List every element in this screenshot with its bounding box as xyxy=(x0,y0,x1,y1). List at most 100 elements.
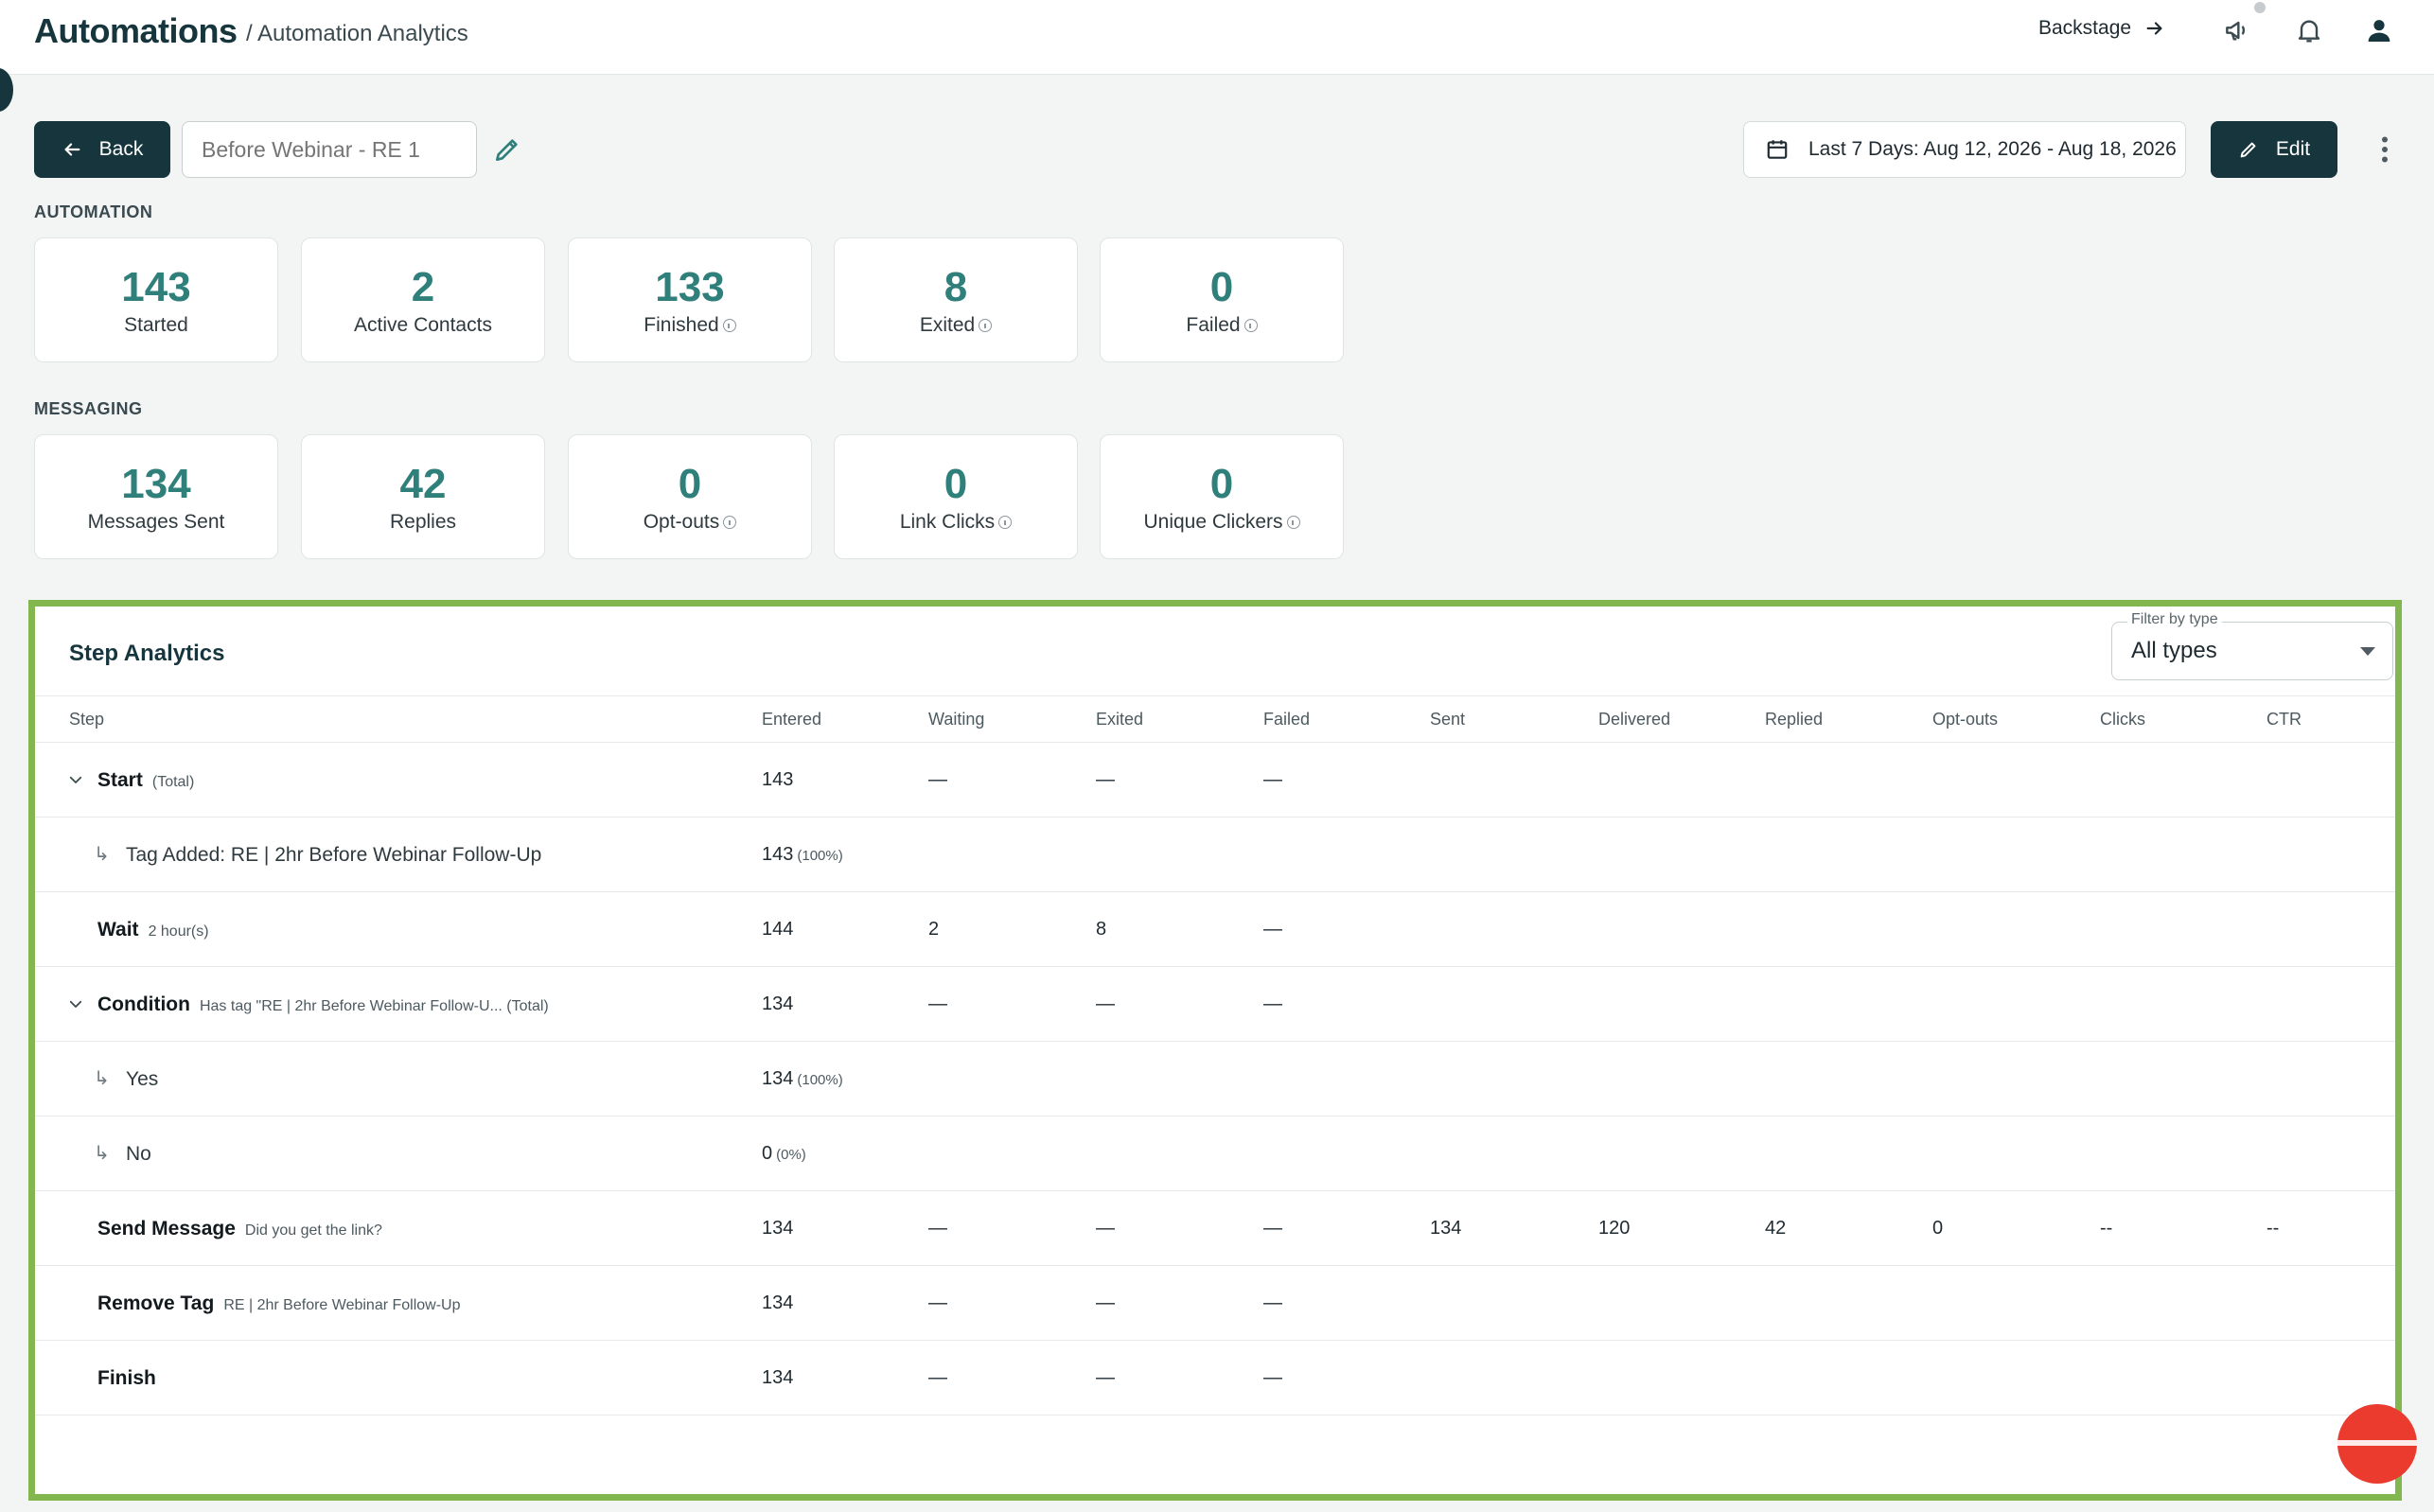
cell-value: — xyxy=(1263,993,1282,1014)
cell-value: 134 xyxy=(762,1218,794,1239)
metric-cell: — xyxy=(928,1367,947,1389)
metric-cell: — xyxy=(1096,1292,1115,1314)
column-header: Sent xyxy=(1430,710,1466,729)
metric-cell: — xyxy=(1263,993,1282,1015)
bell-icon[interactable] xyxy=(2294,15,2324,45)
cell-value: — xyxy=(928,769,947,790)
step-cell: No xyxy=(126,1143,151,1166)
metric-cell: 42 xyxy=(1765,1218,1786,1239)
calendar-icon xyxy=(1767,140,1788,159)
metric-card: 134 Messages Sent xyxy=(34,434,278,559)
cell-value: — xyxy=(1263,1292,1282,1313)
metric-cell: -- xyxy=(2100,1218,2112,1239)
cell-value: 2 xyxy=(928,919,940,940)
back-label: Back xyxy=(98,138,144,160)
announcement-icon[interactable] xyxy=(2222,15,2252,45)
metric-cell: 134 xyxy=(762,993,793,1015)
metric-label: Active Contacts xyxy=(354,314,492,337)
cell-value: — xyxy=(928,993,947,1014)
step-name: Start xyxy=(97,769,143,791)
metric-cell: 134 xyxy=(762,1292,793,1314)
info-icon[interactable] xyxy=(1286,516,1300,530)
step-detail: Has tag "RE | 2hr Before Webinar Follow-… xyxy=(199,998,549,1014)
metric-label: Finished xyxy=(644,314,719,337)
metric-label: Failed xyxy=(1186,314,1241,337)
metric-value: 0 xyxy=(1209,264,1234,310)
step-cell: Send Message Did you get the link? xyxy=(97,1218,382,1240)
column-header: Waiting xyxy=(928,710,985,729)
backstage-link[interactable]: Backstage xyxy=(2038,17,2165,40)
pencil-icon[interactable] xyxy=(492,134,522,165)
cell-value: — xyxy=(928,1292,947,1313)
date-range-picker[interactable]: Last 7 Days: Aug 12, 2026 - Aug 18, 2026 xyxy=(1743,121,2186,178)
metric-label: Unique Clickers xyxy=(1143,511,1283,534)
edit-button[interactable]: Edit xyxy=(2211,121,2337,178)
chat-widget-button[interactable] xyxy=(2337,1404,2417,1484)
branch-label: Tag Added: RE | 2hr Before Webinar Follo… xyxy=(126,844,542,866)
column-header: Opt-outs xyxy=(1932,710,1999,729)
metric-cell: 0 (0%) xyxy=(762,1143,806,1165)
app-title: Automations xyxy=(34,11,238,50)
step-detail: RE | 2hr Before Webinar Follow-Up xyxy=(223,1297,461,1313)
step-cell: Start (Total) xyxy=(97,769,194,792)
metric-card: 8 Exited xyxy=(834,237,1078,362)
back-button[interactable]: Back xyxy=(34,121,170,178)
table-row: Send Message Did you get the link? 134 — — — 1… xyxy=(35,1191,2395,1266)
info-icon[interactable] xyxy=(998,516,1013,530)
cell-value: — xyxy=(1263,1367,1282,1388)
metric-cell: 134 xyxy=(1430,1218,1461,1239)
column-header: Delivered xyxy=(1598,710,1671,729)
filter-value: All types xyxy=(2131,638,2217,663)
cell-value: — xyxy=(928,1367,947,1388)
metric-label-wrap: Link Clicks xyxy=(899,511,1013,534)
filter-by-type-select[interactable]: Filter by type All types xyxy=(2111,611,2393,680)
metric-card: 143 Started xyxy=(34,237,278,362)
branch-label: No xyxy=(126,1143,151,1165)
table-row[interactable]: Start (Total) 143 — — — xyxy=(35,743,2395,818)
cell-value: — xyxy=(1263,1218,1282,1239)
metric-label-wrap: Replies xyxy=(390,511,456,534)
info-icon[interactable] xyxy=(979,319,993,333)
percent-label: (0%) xyxy=(776,1147,806,1163)
chevron-down-icon[interactable] xyxy=(67,995,84,1012)
date-range-label: Last 7 Days: Aug 12, 2026 - Aug 18, 2026 xyxy=(1808,138,2177,160)
more-vertical-icon[interactable] xyxy=(2368,132,2402,167)
metric-cell: — xyxy=(928,1218,947,1239)
metric-card: 0 Failed xyxy=(1100,237,1344,362)
chevron-down-icon[interactable] xyxy=(67,771,84,788)
step-detail: (Total) xyxy=(151,774,195,790)
cell-value: — xyxy=(1263,919,1282,940)
metric-label: Replies xyxy=(389,511,457,534)
metric-label: Exited xyxy=(919,314,976,337)
table-row[interactable]: Condition Has tag "RE | 2hr Before Webina… xyxy=(35,967,2395,1042)
info-icon[interactable] xyxy=(723,516,737,530)
step-cell: Finish xyxy=(97,1367,156,1390)
caret-down-icon xyxy=(2360,647,2375,656)
metric-value: 0 xyxy=(678,461,702,507)
metric-cell: — xyxy=(1263,1218,1282,1239)
metric-cell: 144 xyxy=(762,919,793,941)
step-cell: Condition Has tag "RE | 2hr Before Webina… xyxy=(97,993,549,1016)
messaging-section-label: MESSAGING xyxy=(34,399,143,418)
info-icon[interactable] xyxy=(722,319,736,333)
metric-cell: — xyxy=(1096,769,1115,791)
automation-section-label: AUTOMATION xyxy=(34,202,153,221)
filter-label: Filter by type xyxy=(2127,611,2222,628)
cell-value: 0 xyxy=(762,1143,773,1164)
table-row: ↳ Yes 134 (100%) xyxy=(35,1042,2395,1116)
metric-cell: — xyxy=(1263,769,1282,791)
metric-label: Link Clicks xyxy=(899,511,996,534)
cell-value: — xyxy=(1096,769,1115,790)
metric-card: 133 Finished xyxy=(568,237,812,362)
automation-name-input[interactable] xyxy=(182,121,477,178)
metric-label-wrap: Exited xyxy=(919,314,993,337)
branch-label: Yes xyxy=(126,1068,159,1090)
percent-label: (100%) xyxy=(797,1072,843,1088)
table-row: ↳ No 0 (0%) xyxy=(35,1116,2395,1191)
panel-title: Step Analytics xyxy=(69,641,225,666)
metric-label-wrap: Failed xyxy=(1186,314,1258,337)
column-header: Replied xyxy=(1765,710,1824,729)
info-icon[interactable] xyxy=(1243,319,1258,333)
cell-value: 144 xyxy=(762,919,794,940)
user-icon[interactable] xyxy=(2364,15,2394,45)
